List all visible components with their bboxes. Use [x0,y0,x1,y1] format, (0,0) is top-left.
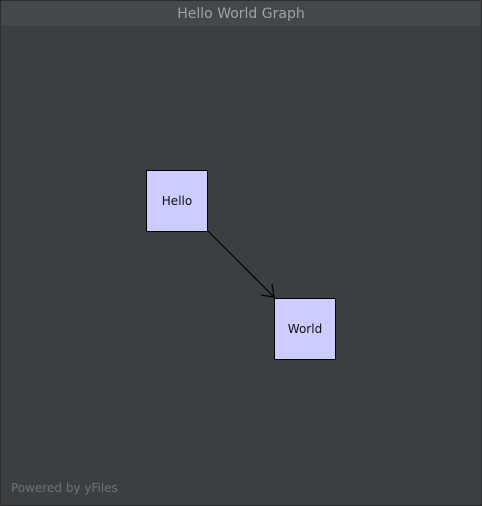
node-world[interactable]: World [274,298,336,360]
node-label-world: World [287,322,323,336]
powered-by-label: Powered by yFiles [11,481,118,495]
edge-hello-world[interactable] [207,230,275,298]
window-title: Hello World Graph [177,5,305,22]
title-bar: Hello World Graph [1,1,481,27]
app-window: Hello World Graph Hello World Powered by… [0,0,482,506]
edge-layer [207,230,275,298]
graph-canvas[interactable]: Hello World Powered by yFiles [1,27,481,505]
node-hello[interactable]: Hello [146,170,208,232]
node-label-hello: Hello [161,194,193,208]
